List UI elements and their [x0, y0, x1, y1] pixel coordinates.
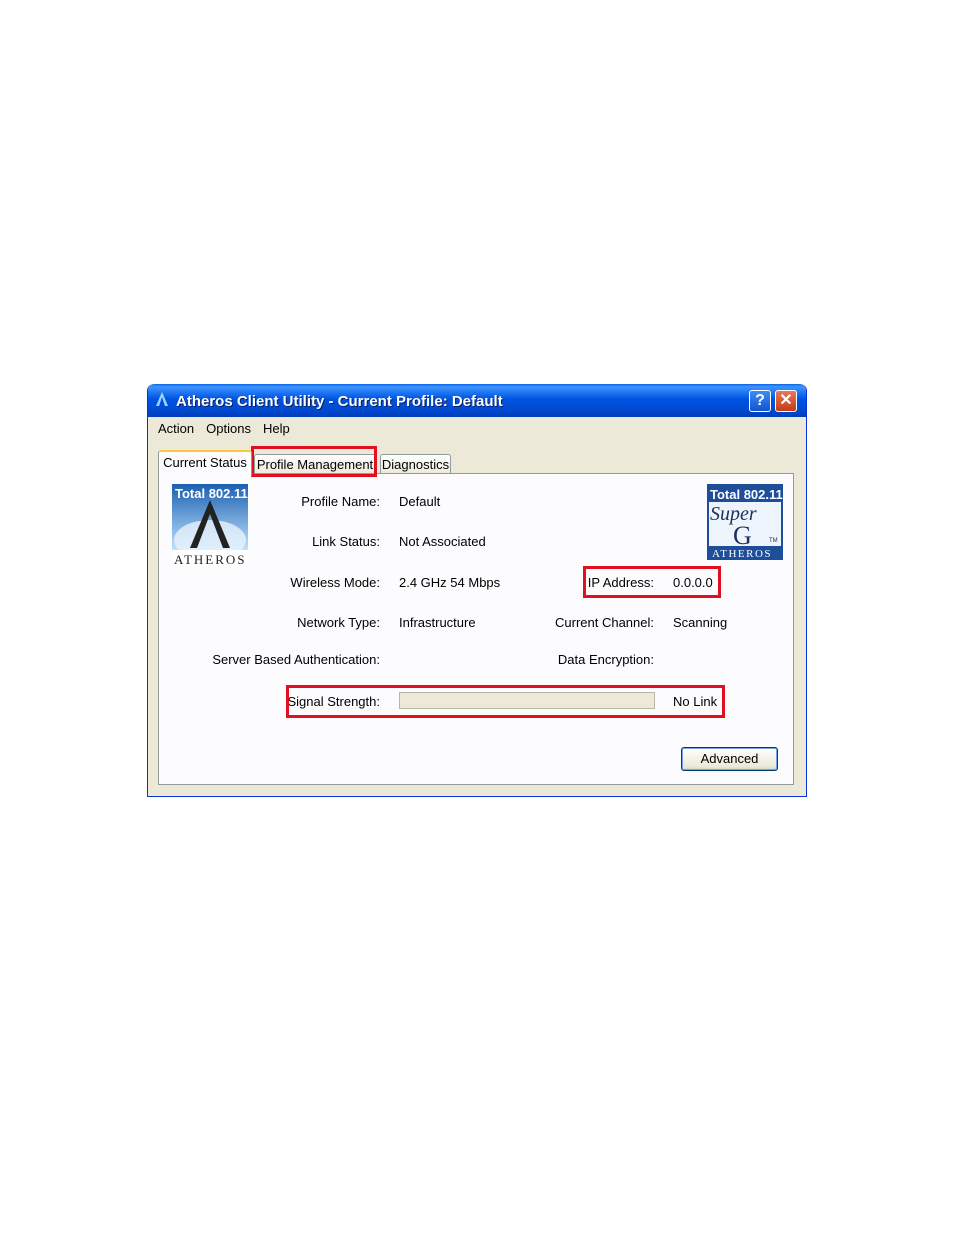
- window-title: Atheros Client Utility - Current Profile…: [176, 393, 503, 410]
- atheros-client-utility-window: Atheros Client Utility - Current Profile…: [147, 384, 807, 797]
- data-encryption-label: Data Encryption:: [557, 652, 654, 667]
- current-channel-value: Scanning: [673, 615, 728, 630]
- menu-options[interactable]: Options: [200, 418, 257, 438]
- network-type-value: Infrastructure: [399, 615, 476, 630]
- svg-text:TM: TM: [769, 538, 778, 544]
- profile-name-label: Profile Name:: [301, 494, 380, 509]
- atheros-total-80211-logo: Total 802.11 ATHEROS: [172, 484, 248, 566]
- svg-text:ATHEROS: ATHEROS: [712, 548, 772, 560]
- signal-strength-bar: [399, 692, 655, 709]
- advanced-button[interactable]: Advanced: [681, 747, 778, 771]
- tab-profile-management[interactable]: Profile Management: [254, 454, 376, 474]
- menu-bar: Action Options Help: [152, 418, 296, 438]
- atheros-logo-icon: [156, 392, 168, 406]
- current-channel-label: Current Channel:: [555, 615, 654, 630]
- wireless-mode-label: Wireless Mode:: [290, 575, 380, 590]
- server-auth-label: Server Based Authentication:: [212, 652, 380, 667]
- link-status-value: Not Associated: [399, 534, 486, 549]
- signal-strength-label: Signal Strength:: [287, 694, 380, 709]
- svg-text:Total 802.11: Total 802.11: [710, 487, 783, 502]
- network-type-label: Network Type:: [297, 615, 380, 630]
- tab-current-status[interactable]: Current Status: [158, 450, 252, 476]
- wireless-mode-value: 2.4 GHz 54 Mbps: [399, 575, 501, 590]
- title-bar[interactable]: Atheros Client Utility - Current Profile…: [148, 384, 806, 417]
- menu-action[interactable]: Action: [152, 418, 200, 438]
- current-status-panel: Total 802.11 ATHEROS Total 802.11 Super …: [158, 473, 794, 785]
- signal-strength-value: No Link: [673, 694, 718, 709]
- svg-text:ATHEROS: ATHEROS: [174, 552, 247, 566]
- svg-text:G: G: [733, 521, 752, 550]
- tab-diagnostics[interactable]: Diagnostics: [380, 454, 451, 474]
- ip-address-label: IP Address:: [587, 575, 654, 590]
- atheros-super-g-logo: Total 802.11 Super G TM ATHEROS: [707, 484, 783, 560]
- menu-help[interactable]: Help: [257, 418, 296, 438]
- profile-name-value: Default: [399, 494, 441, 509]
- help-button[interactable]: ?: [749, 390, 771, 412]
- close-button[interactable]: ✕: [775, 390, 797, 412]
- ip-address-value: 0.0.0.0: [673, 575, 713, 590]
- link-status-label: Link Status:: [312, 534, 380, 549]
- svg-text:Total 802.11: Total 802.11: [175, 486, 248, 501]
